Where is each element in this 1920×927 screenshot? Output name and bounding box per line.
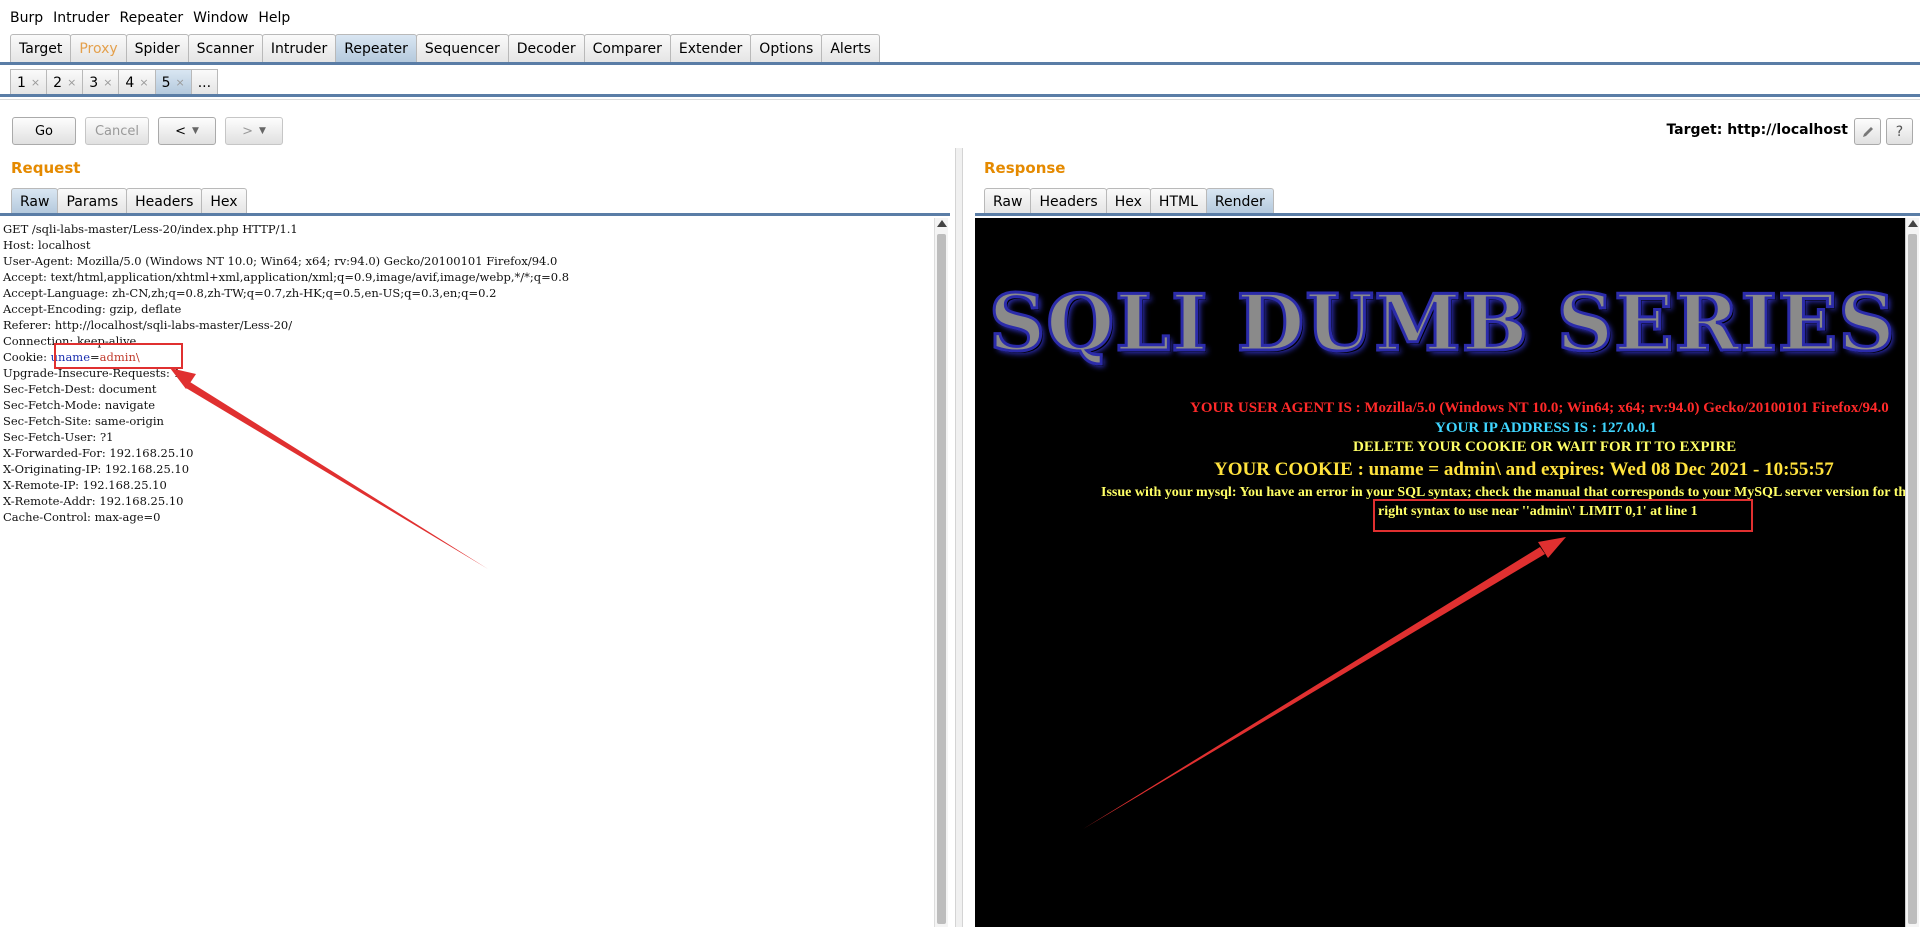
annotation-arrows bbox=[170, 368, 1566, 829]
annotation-arrow-request bbox=[186, 382, 488, 569]
annotation-arrow-response bbox=[1083, 547, 1545, 829]
